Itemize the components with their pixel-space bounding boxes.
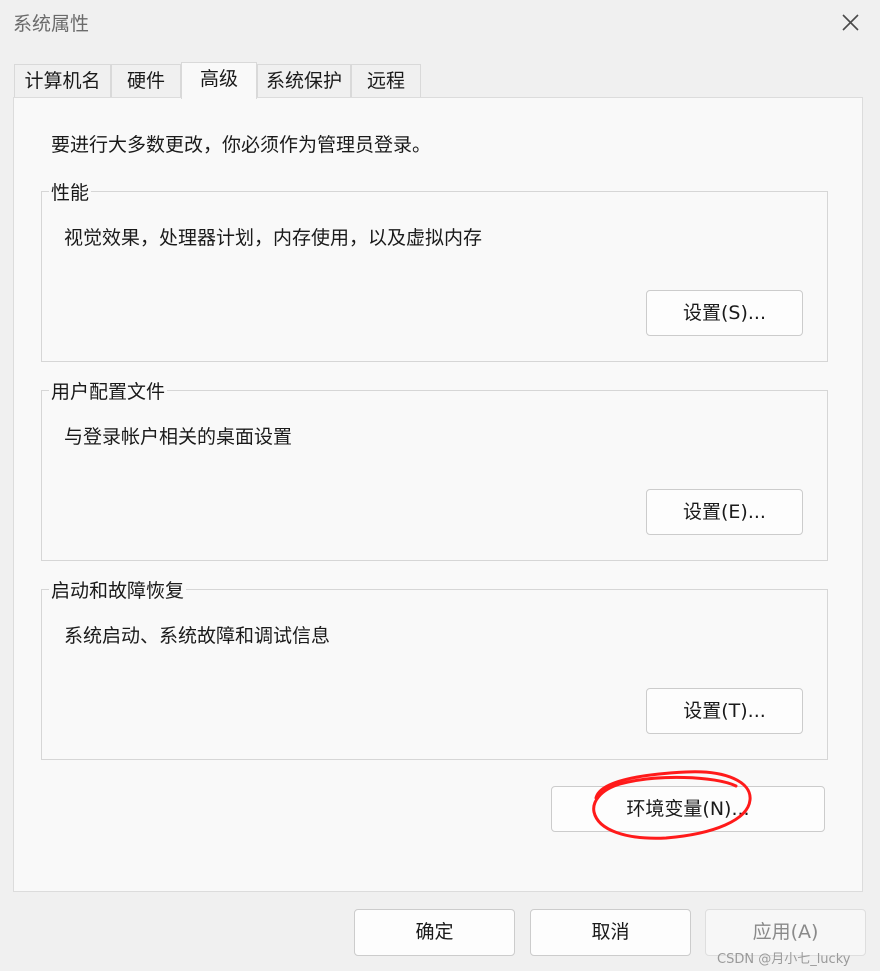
performance-description: 视觉效果，处理器计划，内存使用，以及虚拟内存 xyxy=(64,227,483,249)
tab-remote[interactable]: 远程 xyxy=(351,64,421,97)
cancel-button[interactable]: 取消 xyxy=(530,909,691,956)
user-profiles-description: 与登录帐户相关的桌面设置 xyxy=(64,426,293,448)
red-circle-annotation xyxy=(592,770,752,840)
performance-settings-button[interactable]: 设置(S)... xyxy=(646,290,803,336)
startup-recovery-group-title: 启动和故障恢复 xyxy=(49,576,187,603)
startup-recovery-description: 系统启动、系统故障和调试信息 xyxy=(64,625,331,647)
performance-group: 性能 视觉效果，处理器计划，内存使用，以及虚拟内存 设置(S)... xyxy=(41,178,828,362)
close-icon xyxy=(842,14,859,31)
tab-system-protection[interactable]: 系统保护 xyxy=(257,64,351,97)
ok-button[interactable]: 确定 xyxy=(354,909,515,956)
user-profiles-group: 用户配置文件 与登录帐户相关的桌面设置 设置(E)... xyxy=(41,377,828,561)
user-profiles-settings-button[interactable]: 设置(E)... xyxy=(646,489,803,535)
startup-recovery-settings-button[interactable]: 设置(T)... xyxy=(646,688,803,734)
system-properties-dialog: 系统属性 计算机名 硬件 高级 系统保护 远程 要进行大多数更改，你必须作为管理… xyxy=(0,0,880,971)
title-bar: 系统属性 xyxy=(0,0,880,44)
startup-recovery-group: 启动和故障恢复 系统启动、系统故障和调试信息 设置(T)... xyxy=(41,576,828,760)
close-button[interactable] xyxy=(830,2,872,42)
tab-hardware[interactable]: 硬件 xyxy=(111,64,181,97)
tab-computer-name[interactable]: 计算机名 xyxy=(14,64,111,97)
user-profiles-group-title: 用户配置文件 xyxy=(49,377,168,404)
watermark: CSDN @月小七_lucky xyxy=(717,952,851,967)
tab-advanced[interactable]: 高级 xyxy=(181,62,257,99)
performance-group-title: 性能 xyxy=(49,178,92,205)
admin-note: 要进行大多数更改，你必须作为管理员登录。 xyxy=(51,134,432,156)
window-title: 系统属性 xyxy=(13,13,90,35)
